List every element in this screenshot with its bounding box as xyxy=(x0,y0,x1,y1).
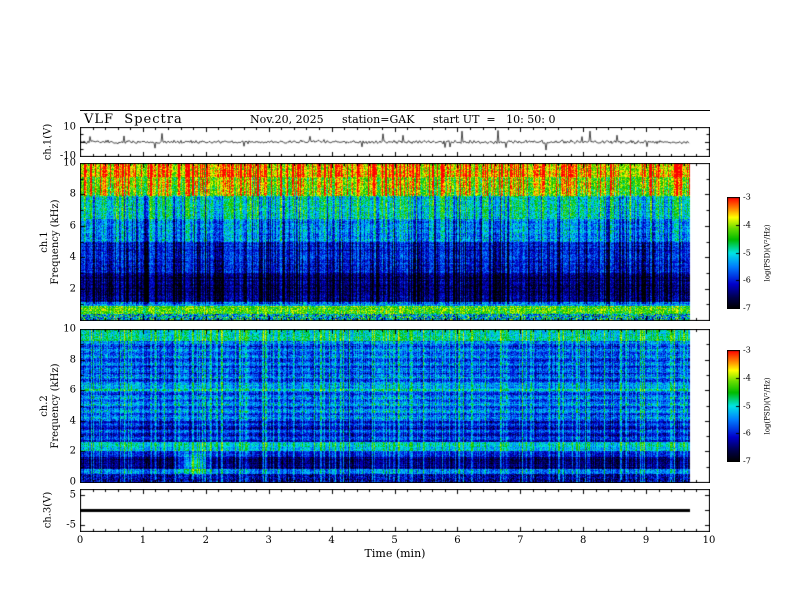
station-label: station=GAK xyxy=(342,113,415,126)
tick-label: -3 xyxy=(743,192,751,202)
start-ut-label: start UT = 10: 50: 0 xyxy=(433,113,556,126)
ch2-spectrogram xyxy=(80,329,710,483)
ch1-colorbar xyxy=(727,197,740,309)
tick-label: 10 xyxy=(63,323,76,335)
tick-label: 7 xyxy=(517,535,524,546)
tick-label: 10 xyxy=(702,535,716,546)
colorbar2-axis-label: log(PSD)(V²/Hz) xyxy=(763,378,774,435)
tick-label: 8 xyxy=(69,188,76,200)
ch3-voltage-axis-text: ch.3(V) xyxy=(42,491,54,529)
tick-label: 2 xyxy=(202,535,209,546)
tick-label: 8 xyxy=(69,354,76,366)
tick-label: 9 xyxy=(642,535,650,546)
ch2-axis-line1: ch.2 xyxy=(39,395,50,417)
tick-label: -6 xyxy=(743,428,751,438)
tick-label: 0 xyxy=(76,535,84,546)
tick-label: 4 xyxy=(69,251,76,263)
date-label: Nov.20, 2025 xyxy=(250,113,324,126)
tick-label: -5 xyxy=(743,401,751,410)
tick-label: 0 xyxy=(69,476,76,488)
ch2-frequency-axis-label: ch.2 Frequency (kHz) xyxy=(39,363,61,448)
tick-label: 6 xyxy=(454,535,461,546)
tick-label: -3 xyxy=(743,345,751,355)
tick-label: 1 xyxy=(139,535,147,546)
ch1-voltage-axis-label: ch.1(V) xyxy=(43,124,54,161)
tick-label: -4 xyxy=(743,373,751,383)
header-rule xyxy=(80,110,710,111)
tick-label: 2 xyxy=(69,283,76,295)
tick-label: 4 xyxy=(328,535,335,546)
tick-label: -5 xyxy=(743,248,751,257)
tick-label: 2 xyxy=(69,445,76,457)
ch1-frequency-axis-label: ch.1 Frequency (kHz) xyxy=(39,199,61,284)
colorbar2-axis-text: log(PSD)(V²/Hz) xyxy=(763,377,772,435)
tick-label: 10 xyxy=(63,121,76,133)
tick-label: -7 xyxy=(743,303,751,313)
tick-label: 6 xyxy=(69,384,76,396)
ch1-axis-line1: ch.1 xyxy=(39,231,50,253)
tick-label: 5 xyxy=(391,535,398,546)
colorbar1-axis-text: log(PSD)(V²/Hz) xyxy=(763,224,772,282)
tick-label: 6 xyxy=(69,220,76,232)
tick-label: 3 xyxy=(265,535,272,546)
ch3-waveform-plot xyxy=(80,489,710,532)
tick-label: -4 xyxy=(743,220,751,230)
colorbar1-axis-label: log(PSD)(V²/Hz) xyxy=(763,225,774,282)
ch1-waveform-plot xyxy=(80,127,710,157)
ch1-voltage-axis-text: ch.1(V) xyxy=(42,123,54,161)
ch2-colorbar xyxy=(727,350,740,462)
tick-label: -5 xyxy=(66,519,76,531)
ch3-voltage-axis-label: ch.3(V) xyxy=(43,492,54,529)
ch2-axis-line2: Frequency (kHz) xyxy=(50,363,61,449)
ch1-spectrogram xyxy=(80,163,710,321)
tick-label: -7 xyxy=(743,456,751,466)
ch1-axis-line2: Frequency (kHz) xyxy=(50,199,61,285)
tick-label: -6 xyxy=(743,275,751,285)
tick-label: 8 xyxy=(580,535,587,546)
vlf-spectra-figure: VLF Spectra Nov.20, 2025 station=GAK sta… xyxy=(0,0,792,612)
figure-title: VLF Spectra xyxy=(84,112,183,127)
tick-label: 10 xyxy=(63,157,76,169)
tick-label: 4 xyxy=(69,415,76,427)
tick-label: 5 xyxy=(69,489,76,501)
x-axis-title: Time (min) xyxy=(364,547,426,560)
